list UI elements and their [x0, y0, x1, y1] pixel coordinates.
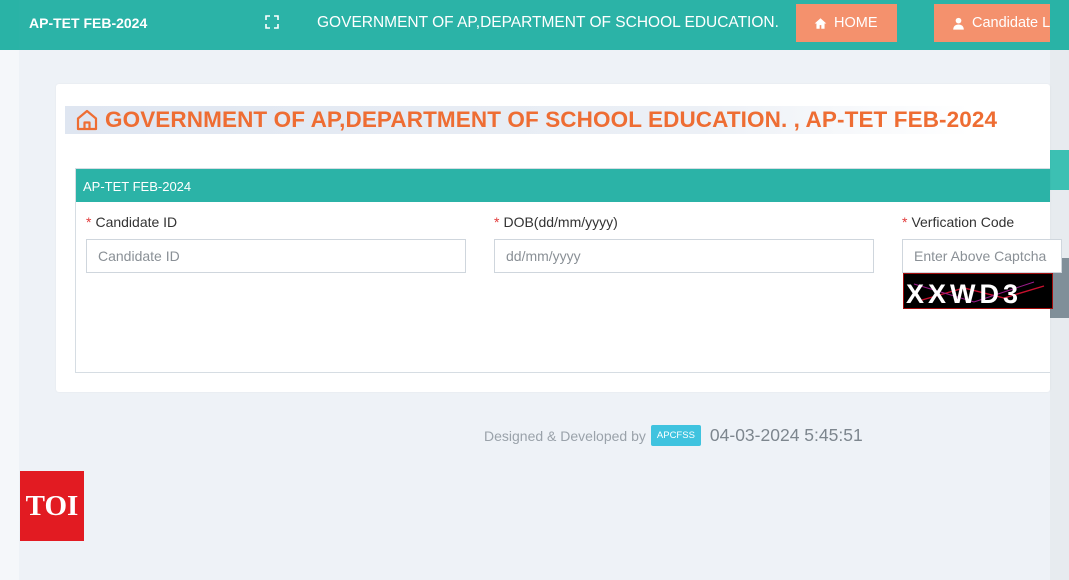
candidate-login-label: Candidate L [972, 15, 1050, 31]
candidate-id-label: * Candidate ID [86, 214, 177, 230]
required-marker: * [902, 214, 908, 230]
home-outline-icon [75, 108, 99, 132]
required-marker: * [494, 214, 500, 230]
panel-header: AP-TET FEB-2024 [76, 169, 1050, 202]
candidate-login-button[interactable]: Candidate L [934, 4, 1050, 42]
verification-code-label: * Verfication Code [902, 214, 1014, 230]
page: AP-TET FEB-2024 GOVERNMENT OF AP,DEPARTM… [0, 0, 1069, 580]
required-marker: * [86, 214, 92, 230]
verification-code-label-text: Verfication Code [911, 214, 1015, 230]
dob-label-text: DOB(dd/mm/yyyy) [503, 214, 618, 230]
page-heading: GOVERNMENT OF AP,DEPARTMENT OF SCHOOL ED… [65, 106, 997, 134]
dob-input[interactable] [494, 239, 874, 273]
captcha-input[interactable] [902, 239, 1062, 273]
footer: Designed & Developed by APCFSS 04-03-202… [484, 425, 863, 446]
left-edge-header [0, 0, 19, 50]
developer-badge[interactable]: APCFSS [650, 425, 701, 446]
footer-timestamp: 04-03-2024 5:45:51 [709, 425, 863, 445]
toi-logo-text: TOI [25, 489, 79, 522]
nav-brand[interactable]: AP-TET FEB-2024 [29, 15, 147, 31]
home-icon [814, 17, 827, 30]
captcha-image: XXWD3 [903, 273, 1053, 309]
page-heading-text: GOVERNMENT OF AP,DEPARTMENT OF SCHOOL ED… [105, 107, 998, 132]
footer-credit: Designed & Developed by [484, 427, 646, 444]
left-edge-strip [0, 0, 19, 580]
fullscreen-icon[interactable] [265, 15, 279, 29]
nav-title: GOVERNMENT OF AP,DEPARTMENT OF SCHOOL ED… [317, 14, 779, 31]
user-icon [952, 17, 965, 30]
home-button[interactable]: HOME [796, 4, 897, 42]
toi-watermark-logo: TOI [20, 471, 84, 541]
captcha-text: XXWD3 [906, 279, 1022, 309]
dob-label: * DOB(dd/mm/yyyy) [494, 214, 618, 230]
candidate-id-label-text: Candidate ID [95, 214, 178, 230]
right-edge-header [1050, 0, 1069, 50]
home-button-label: HOME [834, 15, 878, 31]
top-navbar: AP-TET FEB-2024 GOVERNMENT OF AP,DEPARTM… [19, 0, 1050, 50]
login-form-panel: AP-TET FEB-2024 *Candidate ID *DOB(dd/mm… [75, 168, 1062, 373]
right-edge-accent [1050, 150, 1069, 190]
candidate-id-input[interactable] [86, 239, 466, 273]
